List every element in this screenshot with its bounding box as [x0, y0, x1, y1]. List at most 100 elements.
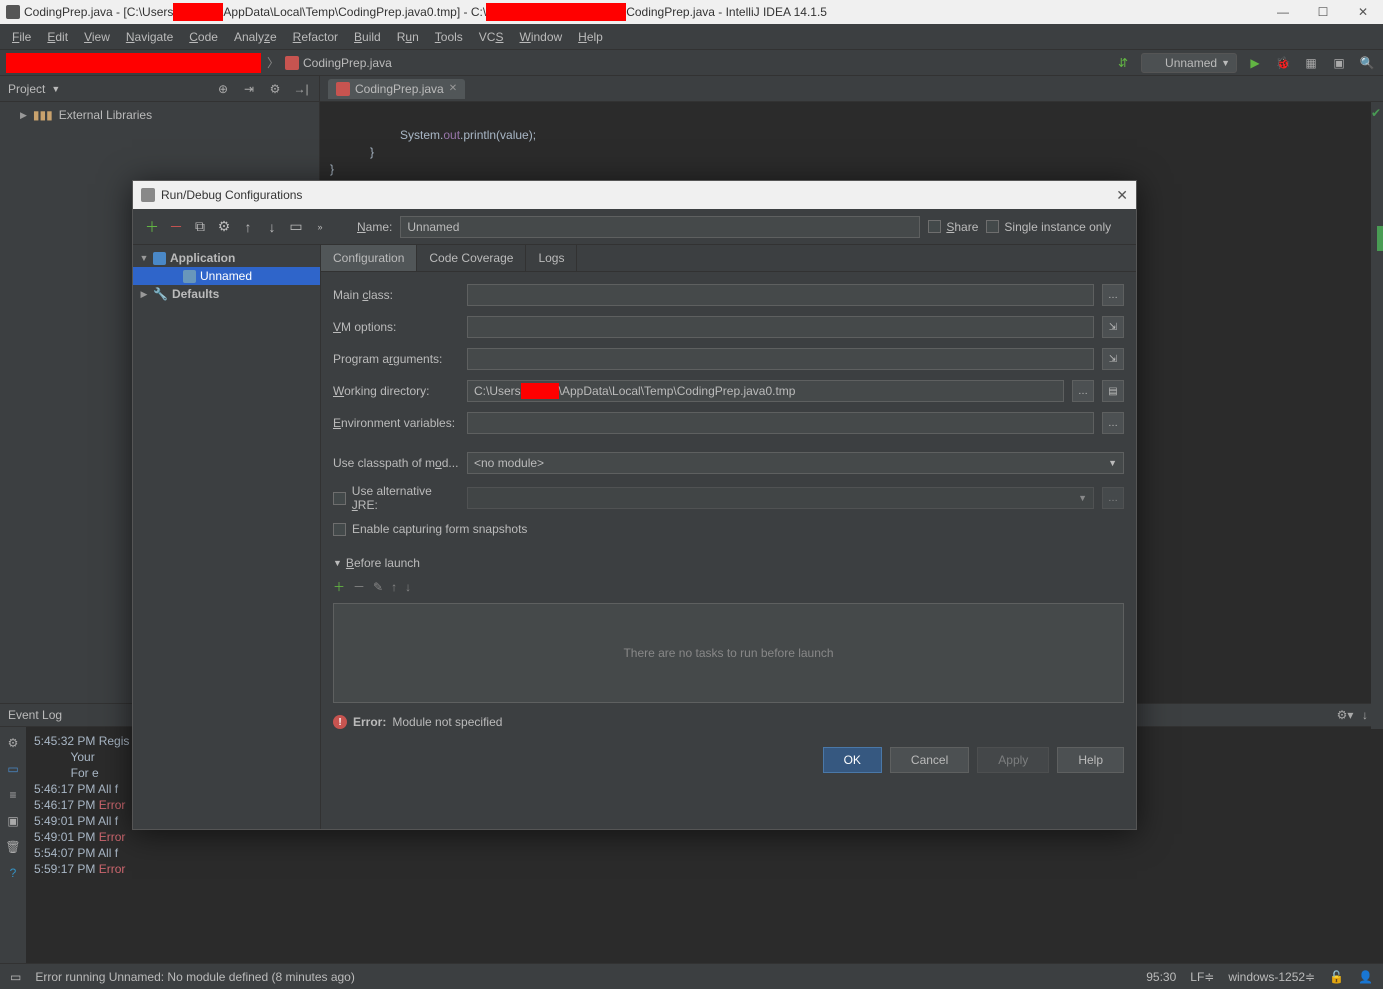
browse-dir-button[interactable]: … [1072, 380, 1094, 402]
menu-build[interactable]: Build [346, 26, 389, 48]
help-icon[interactable]: ? [3, 863, 23, 883]
file-encoding[interactable]: windows-1252≑ [1228, 970, 1315, 984]
window-minimize-button[interactable]: — [1263, 0, 1303, 24]
apply-button: Apply [977, 747, 1049, 773]
collapse-all-icon[interactable]: ⇥ [239, 79, 259, 99]
cancel-button[interactable]: Cancel [890, 747, 969, 773]
task-down-button[interactable]: ↓ [405, 580, 411, 594]
jre-select: ▼ [467, 487, 1094, 509]
menu-code[interactable]: Code [181, 26, 226, 48]
scroll-from-source-icon[interactable]: ⊕ [213, 79, 233, 99]
folder-button[interactable]: ▭ [287, 218, 305, 236]
dialog-close-button[interactable]: ✕ [1116, 187, 1128, 204]
menu-help[interactable]: Help [570, 26, 611, 48]
tree-node-application[interactable]: ▼ Application [133, 249, 320, 267]
project-view-dropdown[interactable]: ▼ [51, 84, 60, 94]
run-config-selector[interactable]: Unnamed ▼ [1141, 53, 1237, 73]
editor-tab-label: CodingPrep.java [355, 82, 444, 96]
readonly-toggle-icon[interactable]: 🔓 [1329, 970, 1344, 984]
line-separator[interactable]: LF≑ [1190, 970, 1214, 984]
config-tree[interactable]: ▼ Application Unnamed ▶ 🔧 Defaults [133, 245, 321, 829]
remove-task-button[interactable]: － [353, 578, 365, 595]
stop-button-icon[interactable]: ▣ [1329, 53, 1349, 73]
before-launch-header[interactable]: ▼ Before launch [333, 552, 1124, 574]
tree-node-unnamed[interactable]: Unnamed [133, 267, 320, 285]
share-checkbox[interactable]: Share [928, 220, 978, 234]
task-up-button[interactable]: ↑ [391, 580, 397, 594]
gear-icon[interactable]: ⚙▾ [1335, 705, 1355, 725]
search-everywhere-icon[interactable]: 🔍 [1357, 53, 1377, 73]
title-text-1: CodingPrep.java - [C:\Users [24, 5, 173, 19]
menu-file[interactable]: File [4, 26, 39, 48]
inspection-ok-icon[interactable]: ✔ [1371, 106, 1381, 120]
single-instance-checkbox[interactable]: Single instance only [986, 220, 1111, 234]
dialog-titlebar[interactable]: Run/Debug Configurations ✕ [133, 181, 1136, 209]
menu-vcs[interactable]: VCS [471, 26, 512, 48]
trash-icon[interactable]: 🗑 [3, 837, 23, 857]
close-tab-icon[interactable]: ✕ [449, 83, 457, 94]
add-config-button[interactable]: ＋ [143, 218, 161, 236]
help-button[interactable]: Help [1057, 747, 1124, 773]
module-select[interactable]: <no module> ▼ [467, 452, 1124, 474]
window-maximize-button[interactable]: ☐ [1303, 0, 1343, 24]
make-button-icon[interactable]: ⇵ [1113, 53, 1133, 73]
expand-vm-options-button[interactable]: ⇲ [1102, 316, 1124, 338]
browse-main-class-button[interactable]: … [1102, 284, 1124, 306]
external-libraries-node[interactable]: ▶ ▮▮▮ External Libraries [8, 106, 311, 124]
menu-analyze[interactable]: Analyze [226, 26, 285, 48]
browse-env-button[interactable]: … [1102, 412, 1124, 434]
hide-panel-icon[interactable]: →| [291, 79, 311, 99]
filter-icon[interactable]: ≡ [3, 785, 23, 805]
hide-toolwindows-icon[interactable]: ▭ [10, 970, 21, 984]
edit-task-button[interactable]: ✎ [373, 580, 383, 594]
gear-icon[interactable]: ⚙ [265, 79, 285, 99]
tab-configuration[interactable]: Configuration [321, 245, 417, 271]
remove-config-button[interactable]: － [167, 218, 185, 236]
alt-jre-checkbox[interactable]: Use alternative JRE: [333, 484, 459, 512]
before-launch-list[interactable]: There are no tasks to run before launch [333, 603, 1124, 703]
menu-view[interactable]: View [76, 26, 118, 48]
save-config-button[interactable]: ⚙ [215, 218, 233, 236]
caret-position[interactable]: 95:30 [1146, 970, 1176, 984]
snapshots-checkbox[interactable]: Enable capturing form snapshots [333, 522, 527, 536]
menu-tools[interactable]: Tools [427, 26, 471, 48]
balloon-icon[interactable]: ▭ [3, 759, 23, 779]
move-down-button[interactable]: ↓ [263, 218, 281, 236]
name-input[interactable] [400, 216, 920, 238]
working-dir-input[interactable]: C:\Users \AppData\Local\Temp\CodingPrep.… [467, 380, 1064, 402]
vm-options-input[interactable] [467, 316, 1094, 338]
inspection-profile-icon[interactable]: 👤 [1358, 970, 1373, 984]
add-task-button[interactable]: ＋ [333, 578, 345, 595]
run-button-icon[interactable]: ▶ [1245, 53, 1265, 73]
event-log-title: Event Log [8, 708, 62, 722]
program-args-input[interactable] [467, 348, 1094, 370]
move-up-button[interactable]: ↑ [239, 218, 257, 236]
editor-tab[interactable]: CodingPrep.java ✕ [328, 79, 465, 99]
window-close-button[interactable]: ✕ [1343, 0, 1383, 24]
mark-read-icon[interactable]: ▣ [3, 811, 23, 831]
dropdown-arrow-icon: ▼ [1221, 58, 1230, 68]
editor-stripe-mark[interactable] [1377, 226, 1383, 251]
menu-run[interactable]: Run [389, 26, 427, 48]
menu-navigate[interactable]: Navigate [118, 26, 181, 48]
event-log-content[interactable]: 5:45:32 PM Regis Your For e5:46:17 PM Al… [26, 727, 137, 963]
settings-icon[interactable]: ⚙ [3, 733, 23, 753]
env-vars-input[interactable] [467, 412, 1094, 434]
coverage-button-icon[interactable]: ▦ [1301, 53, 1321, 73]
expand-options-icon[interactable]: » [311, 218, 329, 236]
menu-refactor[interactable]: Refactor [285, 26, 346, 48]
breadcrumb-file[interactable]: CodingPrep.java [285, 56, 392, 70]
macros-button[interactable]: ▤ [1102, 380, 1124, 402]
ok-button[interactable]: OK [823, 747, 882, 773]
menu-window[interactable]: Window [511, 26, 570, 48]
main-class-input[interactable] [467, 284, 1094, 306]
window-titlebar: CodingPrep.java - [C:\Users AppData\Loca… [0, 0, 1383, 24]
menu-edit[interactable]: Edit [39, 26, 76, 48]
tab-code-coverage[interactable]: Code Coverage [417, 245, 526, 271]
debug-button-icon[interactable]: 🐞 [1273, 53, 1293, 73]
expand-args-button[interactable]: ⇲ [1102, 348, 1124, 370]
dialog-icon [141, 188, 155, 202]
copy-config-button[interactable]: ⧉ [191, 218, 209, 236]
tab-logs[interactable]: Logs [526, 245, 577, 271]
tree-node-defaults[interactable]: ▶ 🔧 Defaults [133, 285, 320, 303]
